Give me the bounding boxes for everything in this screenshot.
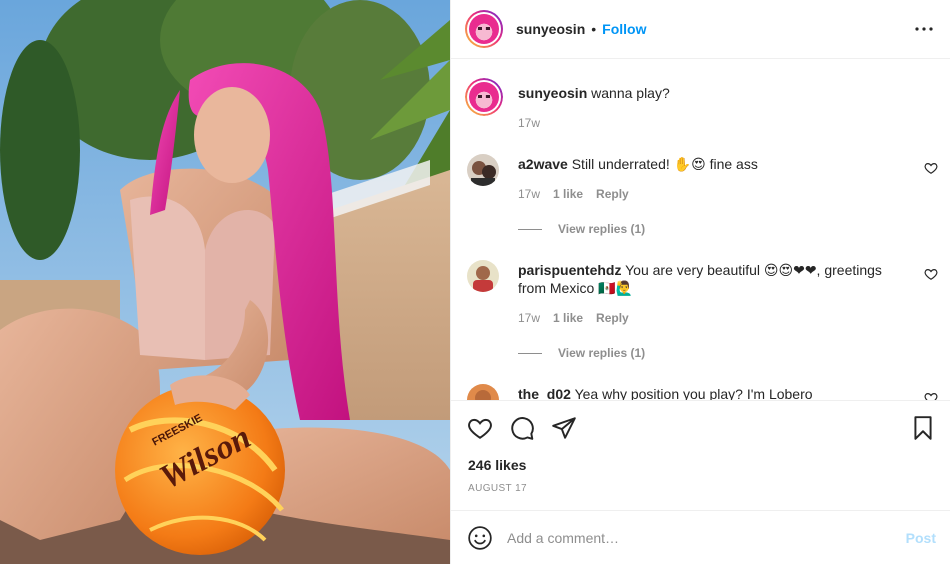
post-comment-button[interactable]: Post [906,530,936,546]
comment-username[interactable]: parispuentehdz [518,262,621,278]
likes-count[interactable]: 246 likes [468,457,526,473]
comment-item: a2wave Still underrated! ✋😍 fine ass 17w… [467,154,938,244]
view-replies-button[interactable]: View replies (1) [518,346,645,360]
caption-username[interactable]: sunyeosin [518,85,587,101]
comment-likes[interactable]: 1 like [553,311,583,325]
username-link[interactable]: sunyeosin [516,21,585,37]
comment-avatar[interactable] [467,154,499,186]
comment-item: the_d02 Yea why position you play? I'm L… [467,384,938,400]
comment-like-icon[interactable] [924,267,938,281]
caption-avatar[interactable] [465,78,503,116]
post-actions: 246 likes AUGUST 17 [451,400,950,510]
avatar-image [469,14,499,44]
add-comment-bar: Post [451,510,950,564]
share-icon[interactable] [551,415,577,441]
post-photo[interactable]: Wilson FREESKIE [0,0,450,564]
follow-button[interactable]: Follow [602,21,646,37]
comment-likes[interactable]: 1 like [553,187,583,201]
comment-time: 17w [518,187,541,201]
comment-username[interactable]: a2wave [518,156,568,172]
more-options-icon[interactable] [912,17,936,41]
avatar[interactable] [465,10,503,48]
comment-like-icon[interactable] [924,391,938,400]
comment-time: 17w [518,311,541,325]
bookmark-icon[interactable] [910,415,936,441]
comment-avatar[interactable] [467,384,499,400]
post-details-panel: sunyeosin • Follow sunyeosin wanna play?… [450,0,950,564]
post-header: sunyeosin • Follow [451,0,950,59]
view-replies-button[interactable]: View replies (1) [518,222,645,236]
separator-dot: • [591,21,597,37]
caption: sunyeosin wanna play? 17w [465,78,938,138]
caption-time: 17w [518,116,541,130]
comment-item: parispuentehdz You are very beautiful 😍😍… [467,260,938,360]
photo-illustration: Wilson FREESKIE [0,0,450,564]
caption-text: wanna play? [591,85,670,101]
post-date: AUGUST 17 [468,483,527,494]
comment-username[interactable]: the_d02 [518,386,571,400]
like-heart-icon[interactable] [467,415,493,441]
comment-icon[interactable] [509,415,535,441]
emoji-icon[interactable] [467,525,493,551]
comment-like-icon[interactable] [924,161,938,175]
comments-list[interactable]: sunyeosin wanna play? 17w a2wave Still u… [451,59,950,400]
comment-avatar[interactable] [467,260,499,292]
comment-input[interactable] [507,529,906,546]
comment-text: Yea why position you play? I'm Lobero [574,386,813,400]
reply-button[interactable]: Reply [596,311,629,325]
comment-text: Still underrated! ✋😍 fine ass [571,156,758,172]
reply-button[interactable]: Reply [596,187,629,201]
